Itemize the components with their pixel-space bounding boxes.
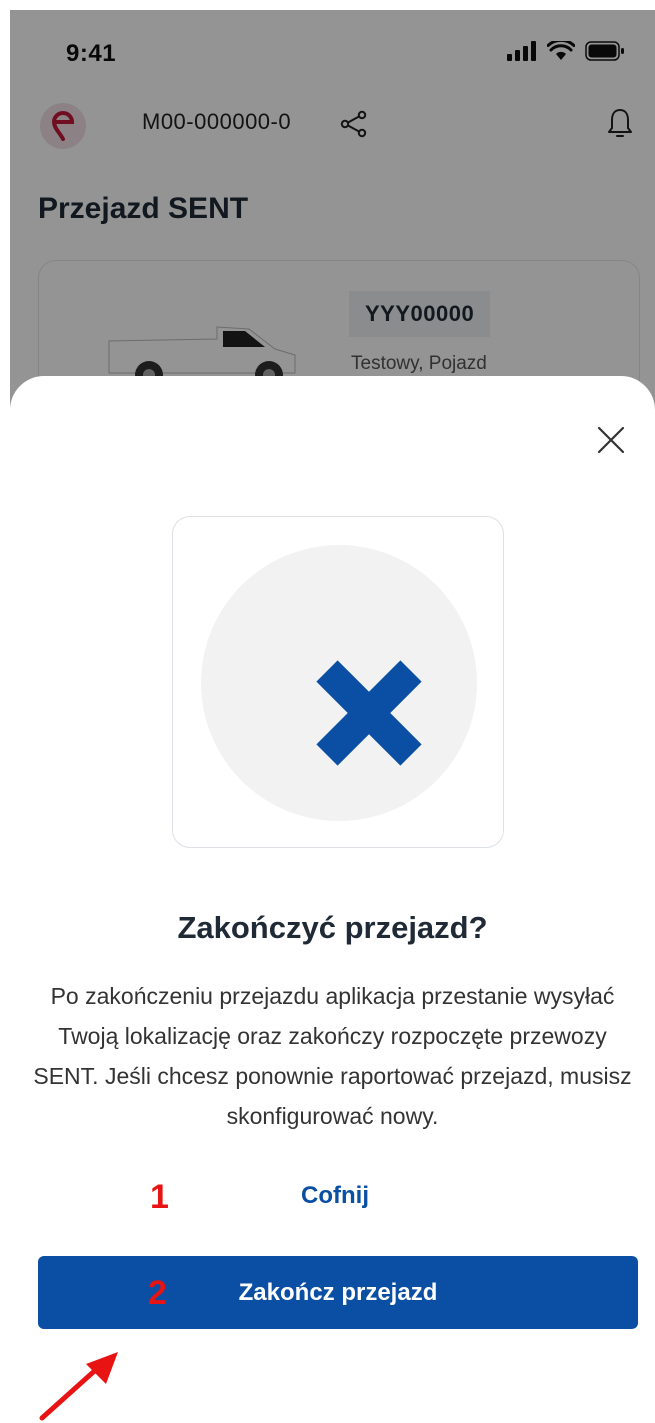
annotation-step-1: 1 — [150, 1178, 169, 1216]
dialog-description: Po zakończeniu przejazdu aplikacja przes… — [33, 983, 632, 1129]
end-trip-button-label: Zakończ przejazd — [238, 1278, 438, 1306]
x-mark-icon — [316, 660, 422, 766]
end-trip-bottom-sheet: Zakończyć przejazd? Po zakończeniu przej… — [10, 376, 655, 1423]
back-button[interactable]: Cofnij — [260, 1174, 410, 1218]
dialog-title: Zakończyć przejazd? — [177, 910, 488, 945]
annotation-step-2: 2 — [148, 1274, 167, 1312]
illustration-card — [172, 516, 504, 848]
annotation-arrow-icon — [39, 1352, 118, 1421]
end-trip-button[interactable]: Zakończ przejazd — [38, 1256, 638, 1329]
close-icon[interactable] — [591, 420, 631, 460]
illustration-circle — [201, 545, 477, 821]
